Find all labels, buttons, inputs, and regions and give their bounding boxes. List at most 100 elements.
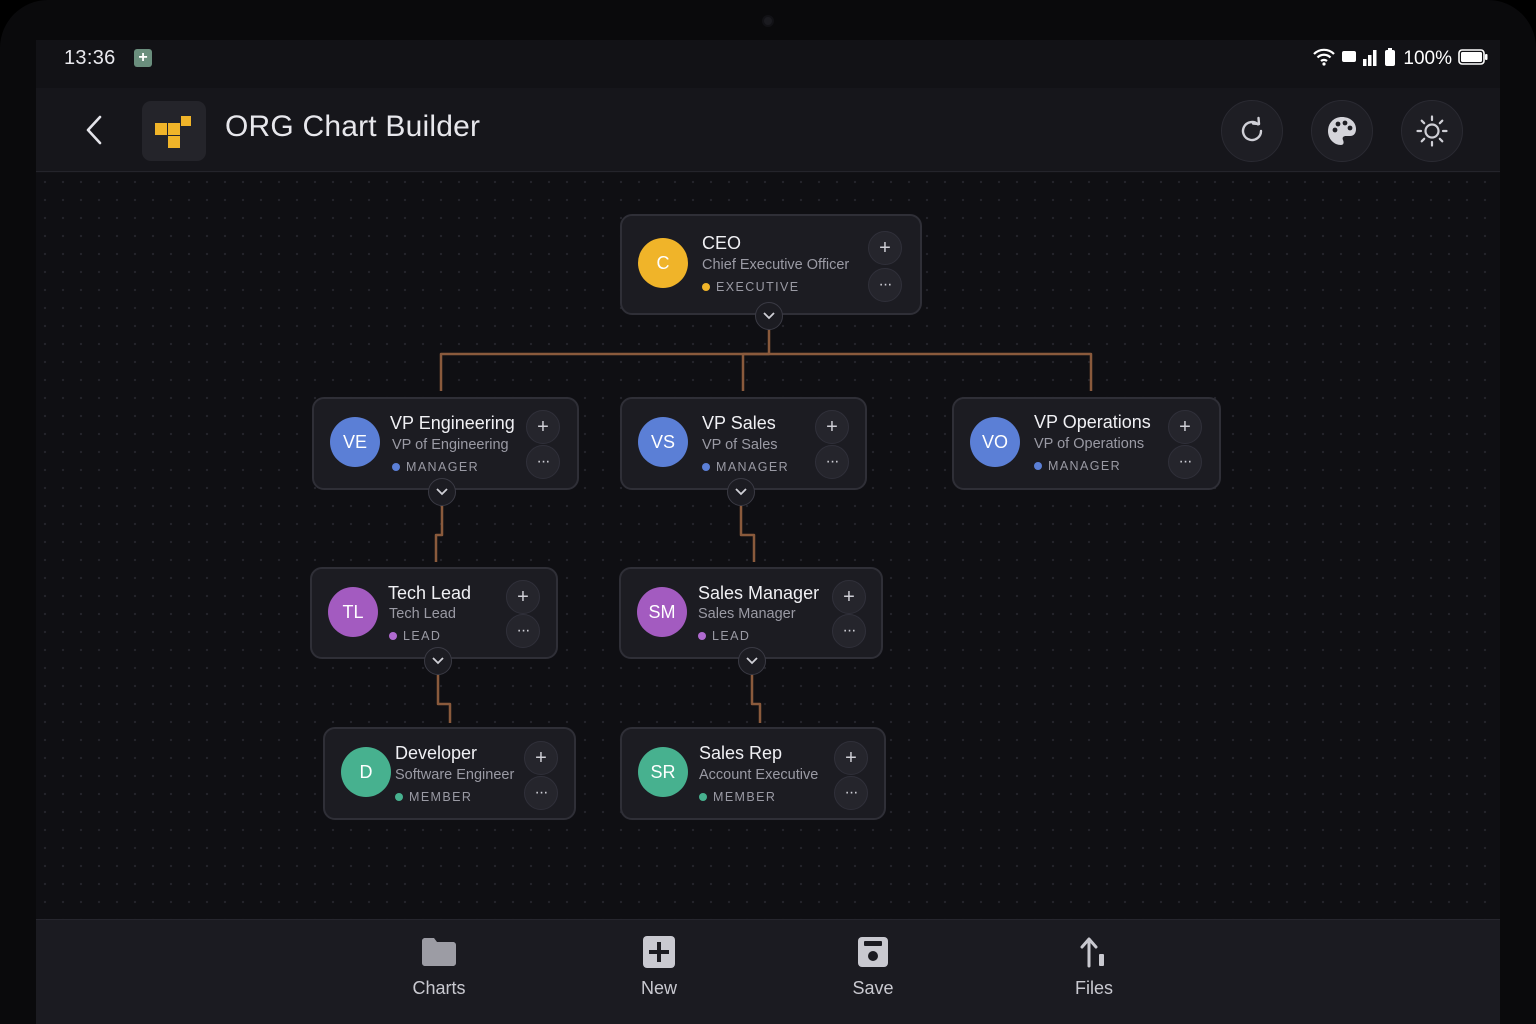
wifi-icon — [1313, 48, 1336, 71]
node-role: EXECUTIVE — [702, 280, 799, 294]
signal-icon — [1363, 48, 1379, 71]
plus-icon: + — [1179, 416, 1191, 438]
more-horizontal-icon: ··· — [536, 453, 551, 470]
add-child-button[interactable]: + — [832, 580, 866, 614]
status-time: 13:36 — [64, 47, 116, 69]
org-node-vp-engineering[interactable]: VE VP Engineering VP of Engineering MANA… — [312, 397, 579, 490]
add-child-button[interactable]: + — [524, 741, 558, 775]
role-dot — [1034, 462, 1042, 470]
plus-icon: + — [537, 416, 549, 438]
node-role: MANAGER — [702, 460, 789, 474]
avatar-tech-lead: TL — [328, 587, 378, 637]
camera — [762, 15, 774, 27]
org-node-ceo[interactable]: C CEO Chief Executive Officer EXECUTIVE … — [620, 214, 922, 315]
more-options-button[interactable]: ··· — [868, 268, 902, 302]
avatar-vp-engineering: VE — [330, 417, 380, 467]
node-subtitle: Account Executive — [699, 767, 819, 783]
org-chart-canvas[interactable]: C CEO Chief Executive Officer EXECUTIVE … — [36, 173, 1500, 919]
role-label: EXECUTIVE — [716, 280, 800, 294]
plus-square-icon — [643, 936, 675, 968]
node-subtitle: Tech Lead — [389, 606, 456, 622]
node-title: VP Engineering — [390, 413, 515, 433]
org-node-tech-lead[interactable]: TL Tech Lead Tech Lead LEAD + ··· — [310, 567, 558, 659]
org-node-sales-manager[interactable]: SM Sales Manager Sales Manager LEAD + ··… — [619, 567, 883, 659]
bottom-navigation: Charts New Save Files — [36, 919, 1500, 1024]
screen-mirror-icon — [1341, 49, 1357, 70]
nav-label: Charts — [412, 978, 466, 998]
node-role: LEAD — [698, 629, 750, 643]
chevron-down-icon — [432, 657, 444, 665]
collapse-vp-sales-button[interactable] — [727, 478, 755, 506]
role-dot — [698, 632, 706, 640]
role-dot — [702, 463, 710, 471]
collapse-vp-engineering-button[interactable] — [428, 478, 456, 506]
org-node-vp-operations[interactable]: VO VP Operations VP of Operations MANAGE… — [952, 397, 1221, 490]
org-node-developer[interactable]: D Developer Software Engineer MEMBER + ·… — [323, 727, 576, 820]
add-child-button[interactable]: + — [868, 231, 902, 265]
role-label: MEMBER — [713, 790, 777, 804]
add-child-button[interactable]: + — [506, 580, 540, 614]
add-child-button[interactable]: + — [526, 410, 560, 444]
nav-charts[interactable]: Charts — [379, 934, 499, 999]
add-child-button[interactable]: + — [815, 410, 849, 444]
role-label: MANAGER — [406, 460, 480, 474]
chevron-down-icon — [735, 488, 747, 496]
brightness-toggle-button[interactable] — [1401, 100, 1463, 162]
node-title: Developer — [395, 743, 478, 763]
more-options-button[interactable]: ··· — [832, 614, 866, 648]
app-logo — [142, 101, 206, 161]
nav-label: Save — [852, 978, 894, 998]
add-child-button[interactable]: + — [1168, 410, 1202, 444]
node-role: MANAGER — [392, 460, 479, 474]
more-options-button[interactable]: ··· — [834, 776, 868, 810]
more-options-button[interactable]: ··· — [526, 445, 560, 479]
nav-save[interactable]: Save — [813, 934, 933, 999]
node-subtitle: VP of Sales — [702, 437, 778, 453]
avatar-sales-manager: SM — [637, 587, 687, 637]
nav-files[interactable]: Files — [1034, 934, 1154, 999]
back-button[interactable] — [74, 110, 114, 150]
node-subtitle: VP of Operations — [1034, 436, 1145, 452]
theme-palette-button[interactable] — [1311, 100, 1373, 162]
add-child-button[interactable]: + — [834, 741, 868, 775]
collapse-ceo-button[interactable] — [755, 302, 783, 330]
more-options-button[interactable]: ··· — [815, 445, 849, 479]
avatar-vp-sales: VS — [638, 417, 688, 467]
org-node-sales-rep[interactable]: SR Sales Rep Account Executive MEMBER + … — [620, 727, 886, 820]
more-horizontal-icon: ··· — [534, 784, 549, 801]
role-dot — [389, 632, 397, 640]
status-bar: 13:36 + 100% — [36, 40, 1500, 88]
plus-icon: + — [879, 237, 891, 259]
role-label: LEAD — [712, 629, 751, 643]
node-title: Sales Manager — [698, 583, 820, 603]
plus-icon: + — [843, 586, 855, 608]
node-title: VP Sales — [702, 413, 776, 433]
more-options-button[interactable]: ··· — [506, 614, 540, 648]
save-icon — [858, 937, 888, 967]
node-role: MEMBER — [699, 790, 776, 804]
role-dot — [699, 793, 707, 801]
role-label: LEAD — [403, 629, 442, 643]
battery-percentage: 100% — [1403, 48, 1452, 69]
collapse-tech-lead-button[interactable] — [424, 647, 452, 675]
chevron-down-icon — [436, 488, 448, 496]
node-subtitle: Sales Manager — [698, 606, 796, 622]
org-node-vp-sales[interactable]: VS VP Sales VP of Sales MANAGER + ··· — [620, 397, 867, 490]
nav-new[interactable]: New — [599, 934, 719, 999]
chevron-down-icon — [746, 657, 758, 665]
battery-icon — [1458, 48, 1488, 70]
role-label: MEMBER — [409, 790, 473, 804]
collapse-sales-manager-button[interactable] — [738, 647, 766, 675]
sun-icon — [1416, 115, 1448, 147]
plus-icon: + — [535, 747, 547, 769]
more-options-button[interactable]: ··· — [1168, 445, 1202, 479]
upload-icon — [1080, 937, 1104, 968]
node-subtitle: Software Engineer — [395, 767, 515, 783]
more-horizontal-icon: ··· — [825, 453, 840, 470]
node-subtitle: Chief Executive Officer — [702, 257, 850, 273]
avatar-developer: D — [341, 747, 391, 797]
refresh-button[interactable] — [1221, 100, 1283, 162]
chevron-down-icon — [763, 312, 775, 320]
device-bezel: 13:36 + 100% ORG Chart Builder C CEO Chi… — [0, 0, 1536, 1024]
more-options-button[interactable]: ··· — [524, 776, 558, 810]
